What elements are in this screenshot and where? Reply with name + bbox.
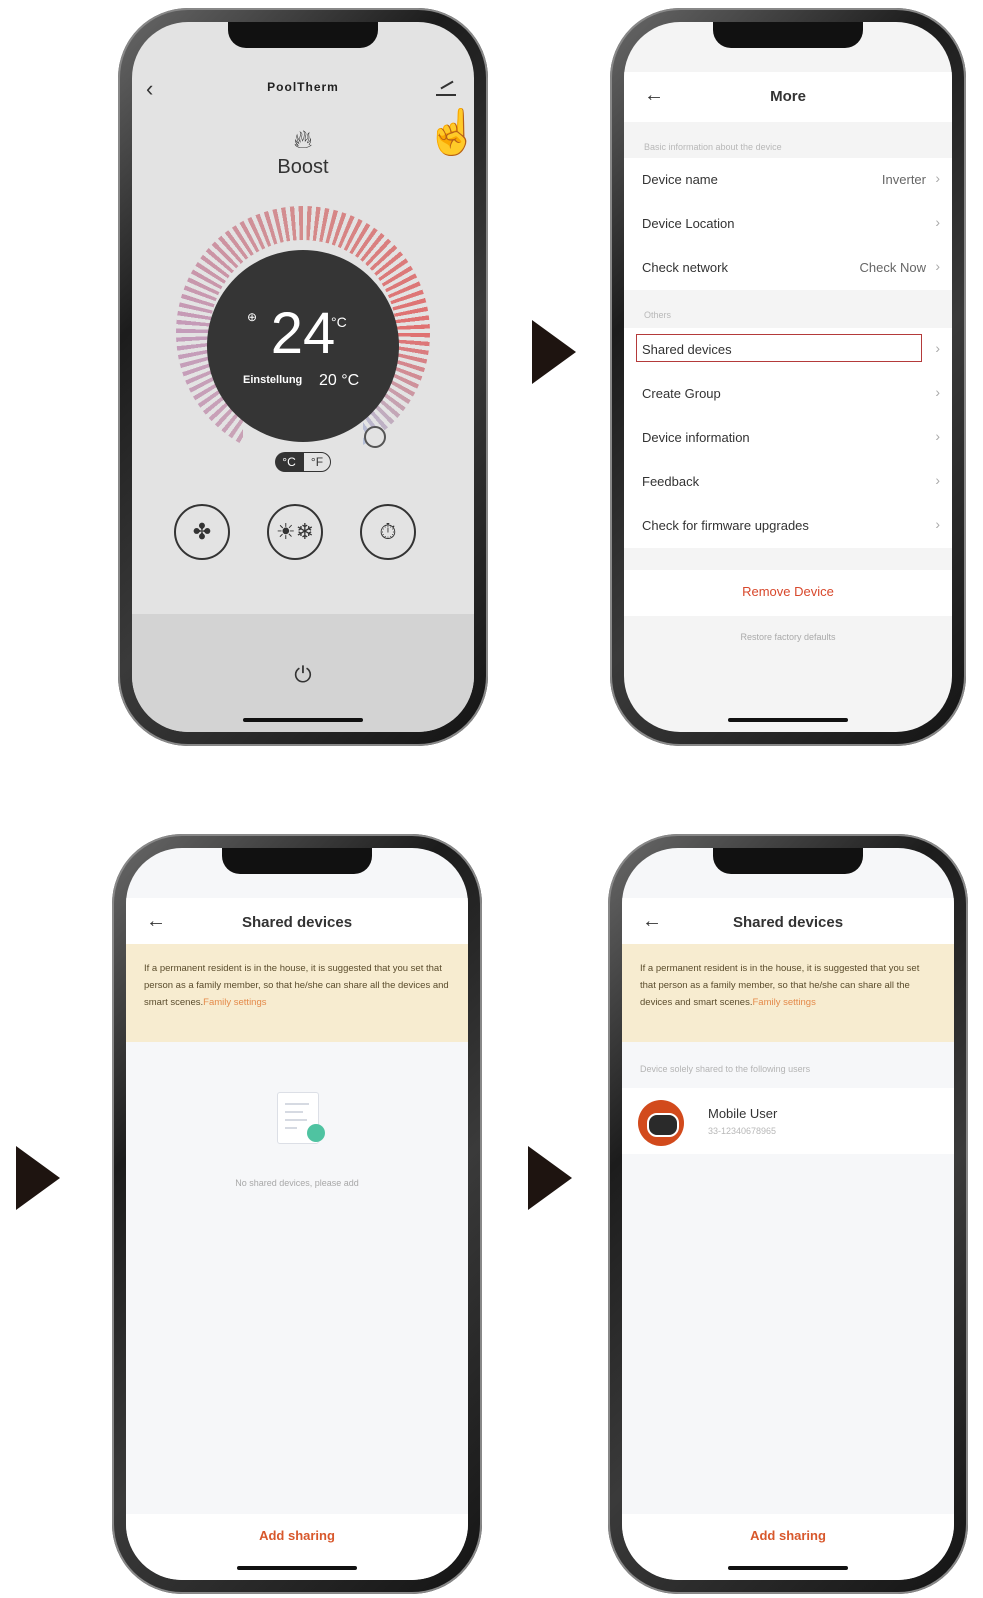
page-title: Shared devices	[732, 914, 844, 931]
row-device-information[interactable]: Device information ›	[624, 416, 952, 460]
shared-devices-empty-screen: ← Shared devices If a permanent resident…	[126, 848, 468, 1580]
bottom-bar: Add sharing	[126, 1514, 468, 1580]
chevron-right-icon: ›	[935, 258, 940, 274]
row-label: Feedback	[642, 474, 700, 489]
page-title: More	[770, 88, 806, 105]
avatar	[638, 1100, 684, 1146]
family-settings-link[interactable]: Family settings	[752, 997, 815, 1008]
temperature-display: ⊕ 24 °C Einstellung 20 °C	[207, 250, 399, 442]
bottom-bar: Add sharing	[622, 1514, 954, 1580]
row-value: Inverter	[881, 172, 926, 187]
remove-device-button[interactable]: Remove Device	[624, 570, 952, 616]
row-create-group[interactable]: Create Group ›	[624, 372, 952, 416]
row-label: Create Group	[642, 386, 721, 401]
family-notice: If a permanent resident is in the house,…	[622, 944, 954, 1042]
phone-3: ← Shared devices If a permanent resident…	[112, 834, 482, 1594]
add-sharing-button[interactable]: Add sharing	[622, 1528, 954, 1543]
add-sharing-button[interactable]: Add sharing	[126, 1528, 468, 1543]
row-label: Device name	[642, 172, 718, 187]
fan-button[interactable]: ✤	[174, 504, 230, 560]
arrow-right-icon	[16, 1146, 60, 1210]
user-name: Mobile User	[708, 1106, 778, 1121]
fan-icon: ✤	[192, 519, 212, 544]
page-title: Shared devices	[241, 914, 353, 931]
nav-bar: ← Shared devices	[622, 898, 954, 944]
device-title: PoolTherm	[267, 80, 339, 94]
row-shared-devices[interactable]: Shared devices ›	[624, 328, 952, 372]
shared-user-row[interactable]: Mobile User 33-12340678965	[622, 1088, 954, 1154]
row-device-name[interactable]: Device name Inverter ›	[624, 158, 952, 202]
chevron-right-icon: ›	[935, 340, 940, 356]
phone-4: ← Shared devices If a permanent resident…	[608, 834, 968, 1594]
chevron-right-icon: ›	[935, 428, 940, 444]
empty-state-text: No shared devices, please add	[235, 1178, 359, 1188]
arrow-right-icon	[532, 320, 576, 384]
dial-knob[interactable]	[364, 426, 386, 448]
section-header-others: Others	[644, 310, 672, 320]
notice-text: If a permanent resident is in the house,…	[640, 960, 936, 1011]
chevron-right-icon: ›	[935, 516, 940, 532]
notch	[222, 848, 372, 874]
user-id: 33-12340678965	[708, 1126, 777, 1136]
more-screen: ← More Basic information about the devic…	[624, 22, 952, 732]
edit-icon[interactable]	[436, 78, 456, 96]
nav-bar: ← Shared devices	[126, 898, 468, 944]
heat-cool-icon: ☀❄	[275, 519, 315, 544]
row-label: Check network	[642, 260, 728, 275]
thermostat-screen: ‹ PoolTherm ☝ 🔥︎ Boost ⊕ 24 °C Einstellu…	[132, 22, 474, 732]
shared-users-header: Device solely shared to the following us…	[640, 1064, 811, 1074]
power-icon[interactable]: ⏻	[132, 662, 474, 688]
family-notice: If a permanent resident is in the house,…	[126, 944, 468, 1042]
current-temp-unit: °C	[331, 314, 347, 330]
chevron-right-icon: ›	[935, 214, 940, 230]
row-check-network[interactable]: Check network Check Now ›	[624, 246, 952, 290]
celsius-option[interactable]: °C	[275, 452, 303, 472]
row-feedback[interactable]: Feedback ›	[624, 460, 952, 504]
row-label: Device information	[642, 430, 750, 445]
home-indicator	[237, 1566, 357, 1570]
row-device-location[interactable]: Device Location ›	[624, 202, 952, 246]
home-indicator	[243, 718, 363, 722]
unit-toggle[interactable]: °C °F	[275, 452, 331, 472]
nav-bar: ← More	[624, 72, 952, 122]
notch	[713, 848, 863, 874]
restore-defaults-link[interactable]: Restore factory defaults	[624, 632, 952, 642]
empty-state-illustration	[251, 1076, 343, 1168]
notice-body: If a permanent resident is in the house,…	[144, 963, 449, 1008]
flame-icon: 🔥︎	[293, 124, 313, 154]
row-label: Shared devices	[642, 342, 732, 357]
setpoint-label: Einstellung	[243, 374, 303, 386]
home-indicator	[728, 718, 848, 722]
chevron-right-icon: ›	[935, 472, 940, 488]
top-bar: ‹ PoolTherm	[132, 76, 474, 106]
row-label: Check for firmware upgrades	[642, 518, 809, 533]
timer-button[interactable]: ⏱	[360, 504, 416, 560]
arrow-right-icon	[528, 1146, 572, 1210]
timer-icon: ⏱	[379, 519, 397, 544]
remove-device-label: Remove Device	[742, 584, 834, 599]
badge-icon	[307, 1124, 325, 1142]
notch	[713, 22, 863, 48]
current-temp: 24	[270, 301, 336, 366]
fahrenheit-option[interactable]: °F	[303, 452, 331, 472]
notice-text: If a permanent resident is in the house,…	[144, 960, 450, 1011]
family-settings-link[interactable]: Family settings	[203, 997, 266, 1008]
mode-button[interactable]: ☀❄	[267, 504, 323, 560]
row-value: Check Now	[859, 260, 926, 275]
chevron-right-icon: ›	[935, 170, 940, 186]
notch	[228, 22, 378, 48]
mode-label: Boost	[277, 156, 329, 178]
phone-2: ← More Basic information about the devic…	[610, 8, 966, 746]
chevron-right-icon: ›	[935, 384, 940, 400]
section-header-basic: Basic information about the device	[644, 142, 782, 152]
row-firmware-upgrades[interactable]: Check for firmware upgrades ›	[624, 504, 952, 548]
shared-devices-list-screen: ← Shared devices If a permanent resident…	[622, 848, 954, 1580]
row-label: Device Location	[642, 216, 735, 231]
phone-1: ‹ PoolTherm ☝ 🔥︎ Boost ⊕ 24 °C Einstellu…	[118, 8, 488, 746]
home-indicator	[728, 1566, 848, 1570]
setpoint-value: 20 °C	[319, 372, 360, 389]
